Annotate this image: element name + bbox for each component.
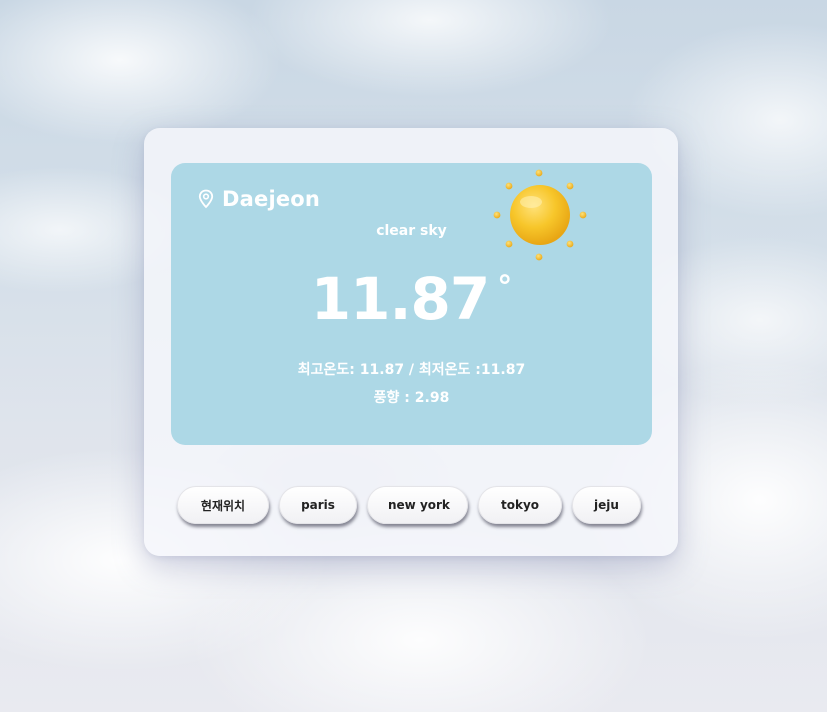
city-button-group: 현재위치 paris new york tokyo jeju — [177, 486, 641, 524]
min-max-temperature: 최고온도: 11.87 / 최저온도 :11.87 — [297, 362, 526, 378]
city-name: Daejeon — [222, 187, 321, 211]
location-pin-icon — [198, 189, 214, 209]
location-row: Daejeon — [198, 187, 320, 211]
temperature-display: 11.87 ° — [171, 265, 652, 333]
current-location-button[interactable]: 현재위치 — [177, 486, 269, 524]
weather-description: clear sky — [376, 223, 447, 239]
wind-info: 풍향 : 2.98 — [373, 390, 450, 406]
page-background: Daejeon clear sky 11.87 ° 최고온도: 11.87 / … — [0, 0, 827, 712]
temperature-value: 11.87 — [310, 265, 490, 333]
weather-panel: Daejeon clear sky 11.87 ° 최고온도: 11.87 / … — [171, 163, 652, 445]
sun-icon — [493, 169, 587, 261]
city-button-paris[interactable]: paris — [279, 486, 357, 524]
degree-symbol: ° — [497, 270, 513, 305]
city-button-tokyo[interactable]: tokyo — [478, 486, 562, 524]
city-button-jeju[interactable]: jeju — [572, 486, 641, 524]
city-button-new-york[interactable]: new york — [367, 486, 468, 524]
